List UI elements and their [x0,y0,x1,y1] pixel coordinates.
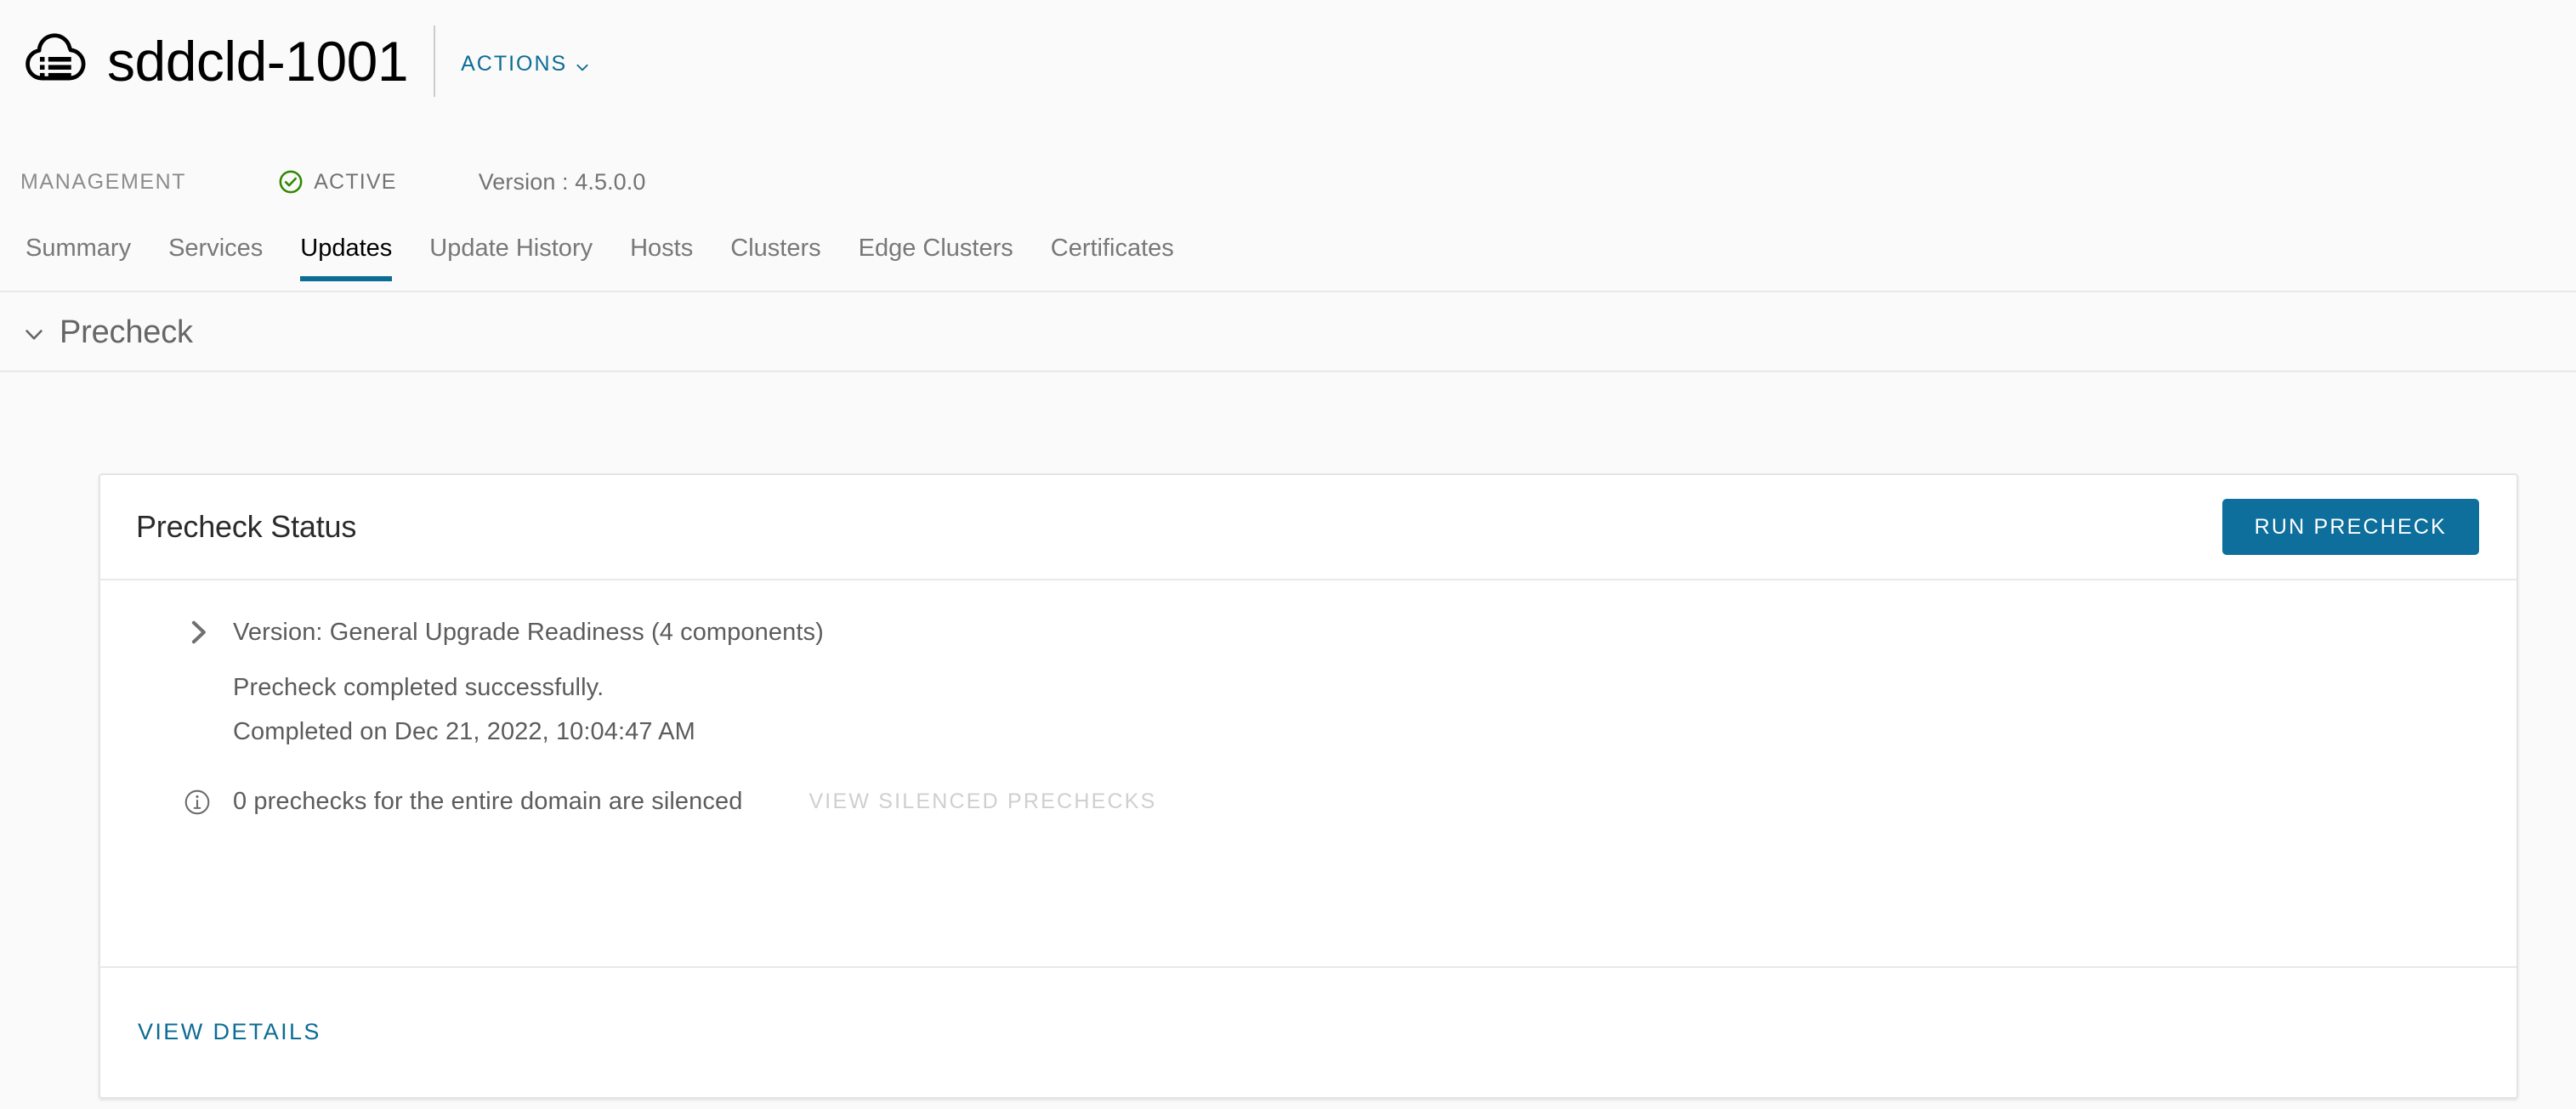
info-circle-icon [184,789,211,816]
tab-hosts[interactable]: Hosts [611,219,712,280]
card-footer: VIEW DETAILS [100,968,2516,1095]
status-badge: ACTIVE [278,169,397,195]
tab-clusters[interactable]: Clusters [712,219,839,280]
tab-update-history[interactable]: Update History [411,219,611,280]
precheck-status-card: Precheck Status RUN PRECHECK Version: Ge… [99,473,2518,1099]
precheck-status-messages: Precheck completed successfully. Complet… [233,665,2481,754]
precheck-completed-timestamp: Completed on Dec 21, 2022, 10:04:47 AM [233,718,695,745]
card-title: Precheck Status [136,509,357,544]
precheck-result-text: Precheck completed successfully. [233,674,604,701]
view-silenced-prechecks-link[interactable]: VIEW SILENCED PRECHECKS [809,789,1156,814]
tab-services[interactable]: Services [150,219,281,280]
success-check-circle-icon [278,169,304,195]
tab-summary[interactable]: Summary [7,219,150,280]
cloud-domain-icon [20,25,92,97]
silenced-prechecks-text: 0 prechecks for the entire domain are si… [233,788,743,815]
header-divider [434,25,436,97]
silenced-prechecks-row: 0 prechecks for the entire domain are si… [184,788,2481,816]
domain-meta-row: MANAGEMENT ACTIVE Version : 4.5.0.0 [12,167,646,197]
status-label: ACTIVE [314,169,397,194]
card-header: Precheck Status RUN PRECHECK [100,475,2516,580]
page-title: sddcld-1001 [107,30,409,93]
run-precheck-button[interactable]: RUN PRECHECK [2221,499,2479,555]
readiness-label: Version: General Upgrade Readiness (4 co… [233,618,824,646]
actions-button[interactable]: ACTIONS [461,47,590,76]
domain-type-label: MANAGEMENT [20,169,187,194]
tab-edge-clusters[interactable]: Edge Clusters [840,219,1032,280]
version-label: Version : 4.5.0.0 [478,168,646,195]
chevron-right-icon[interactable] [184,618,213,647]
readiness-expander-row[interactable]: Version: General Upgrade Readiness (4 co… [184,618,2481,647]
view-details-link[interactable]: VIEW DETAILS [138,1019,321,1045]
card-body: Version: General Upgrade Readiness (4 co… [100,580,2516,968]
chevron-down-icon [575,56,590,71]
tab-bar: Summary Services Updates Update History … [0,219,2576,292]
title-row: sddcld-1001 ACTIONS [20,22,590,100]
chevron-down-icon [22,322,46,346]
tab-certificates[interactable]: Certificates [1032,219,1193,280]
precheck-section-header[interactable]: Precheck [0,294,2576,372]
page-header: sddcld-1001 ACTIONS MANAGEMENT ACTIVE Ve… [0,0,2576,223]
actions-label: ACTIONS [461,51,568,76]
precheck-section-title: Precheck [60,314,193,350]
tab-updates[interactable]: Updates [281,219,411,281]
